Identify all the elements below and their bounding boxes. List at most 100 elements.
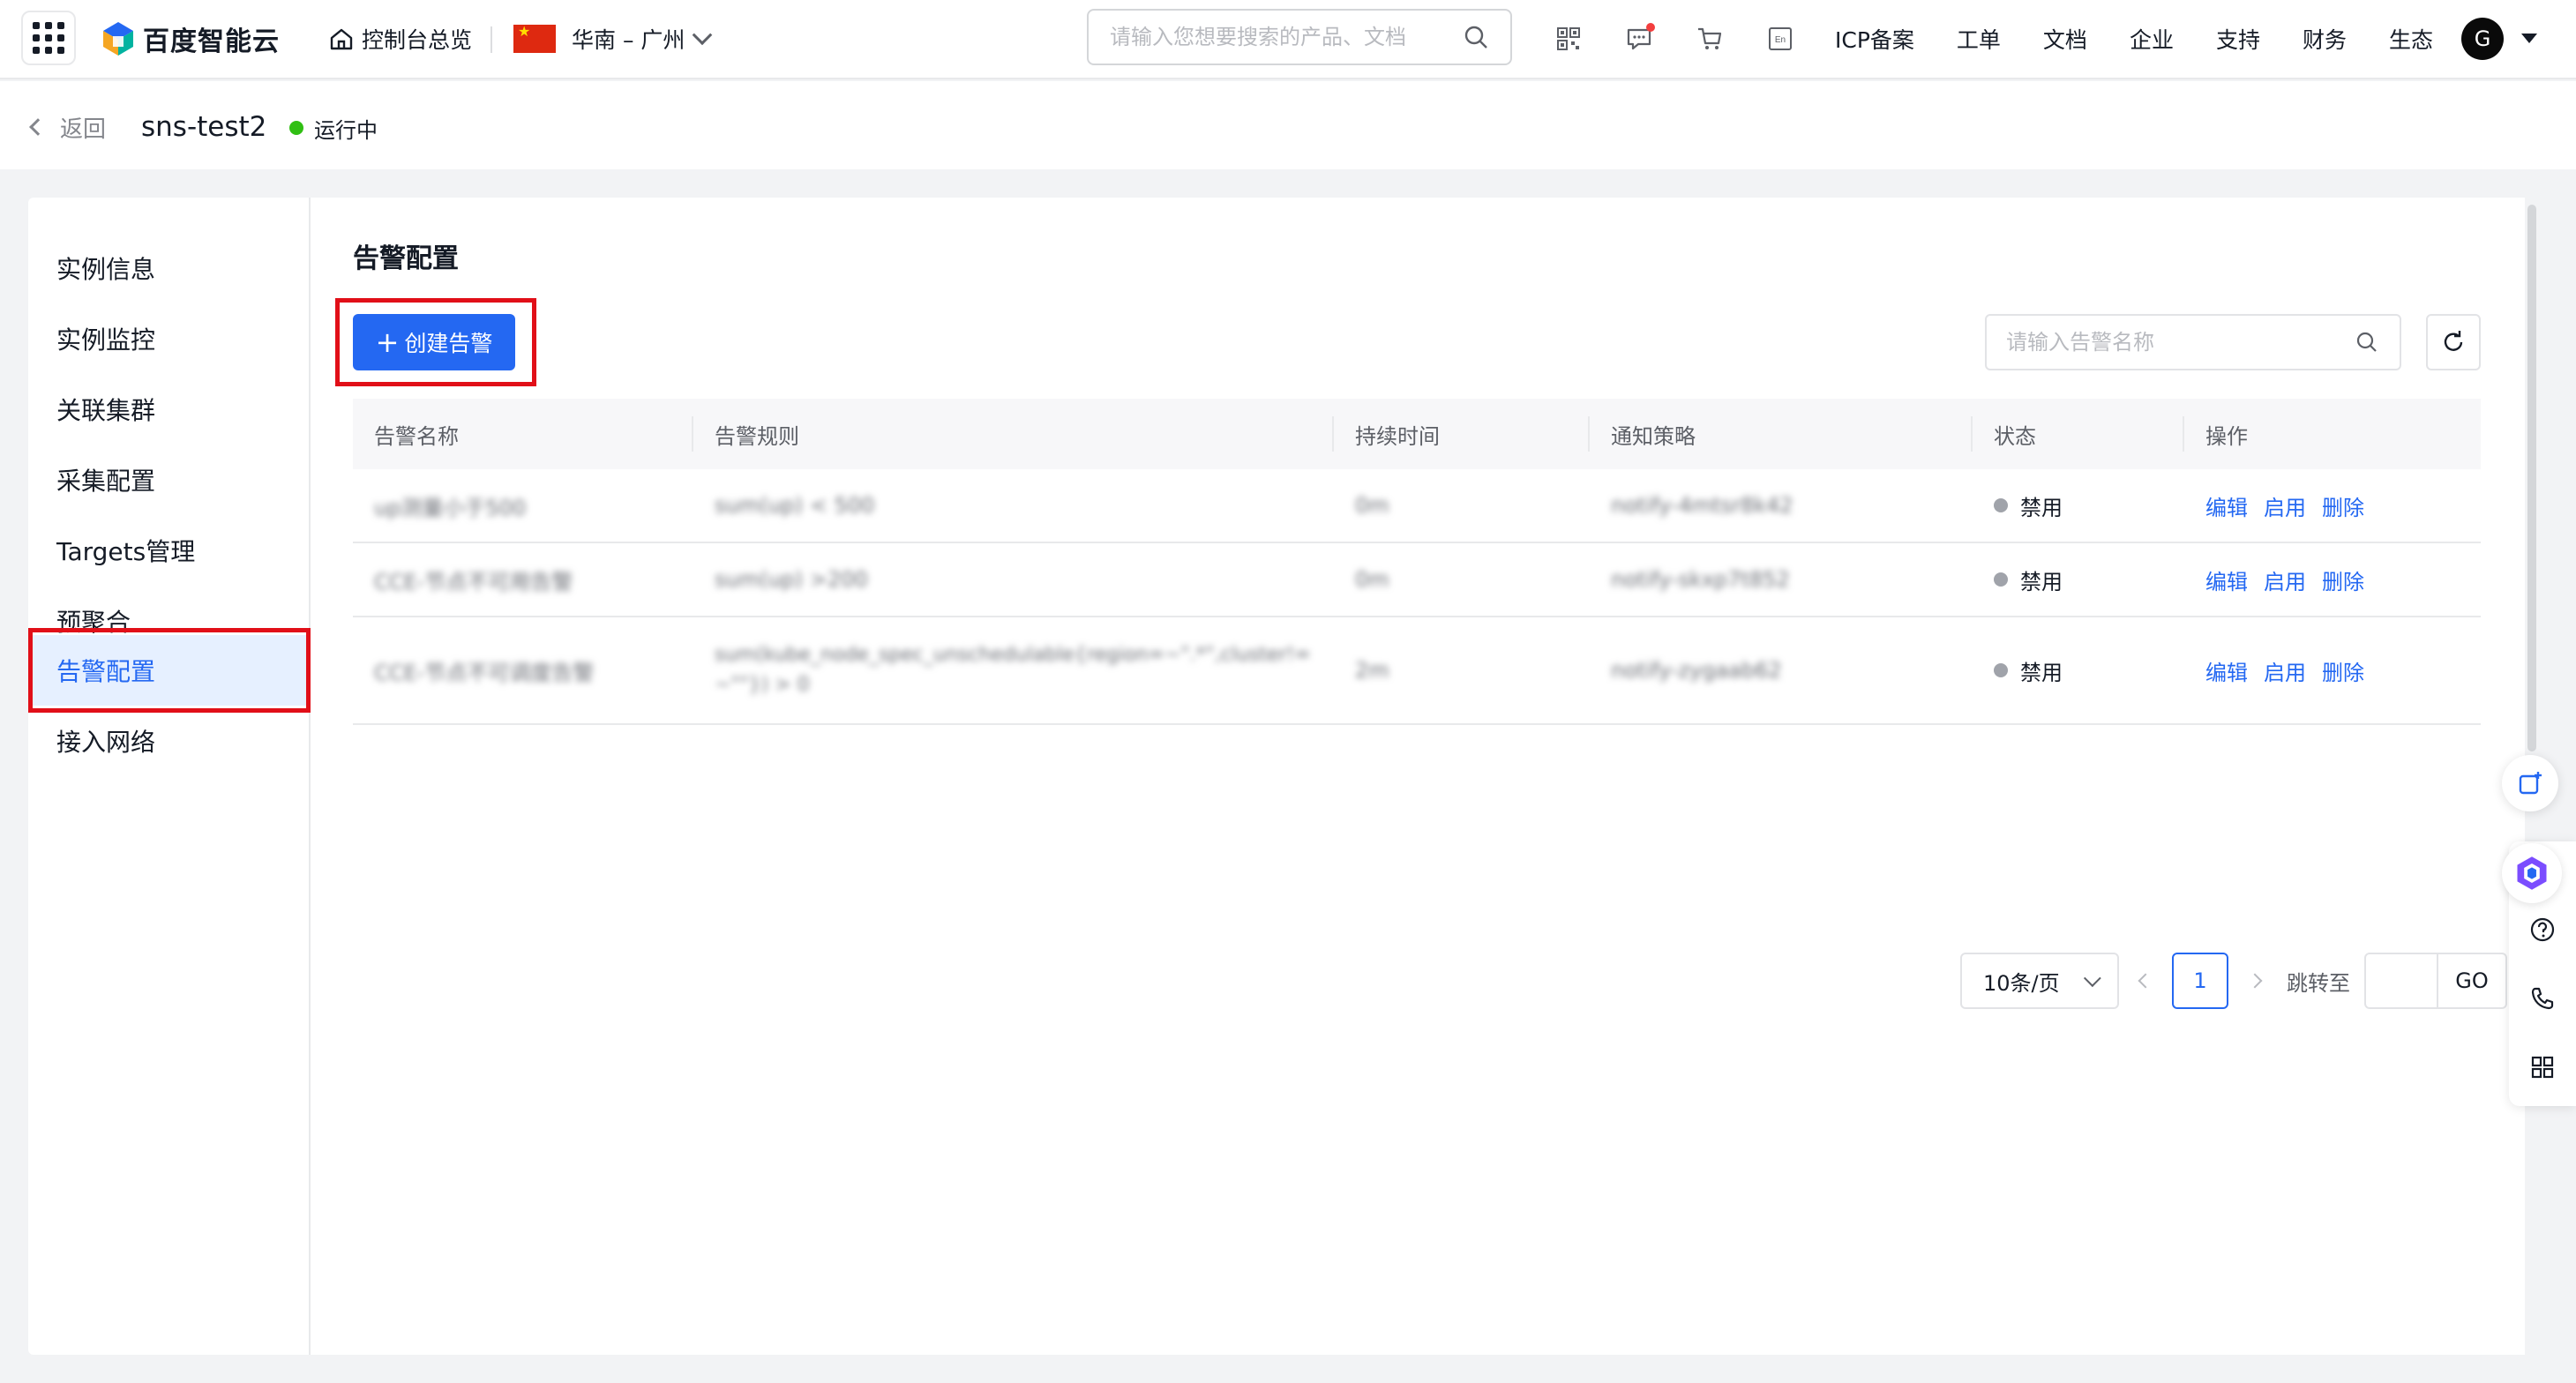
table-row: up测量小于500 sum(up) < 500 0m notify-4mtsr8… [353, 469, 2481, 543]
top-icon-group: En [1553, 23, 1835, 55]
grid-menu-icon[interactable] [2527, 1051, 2558, 1083]
qrcode-icon[interactable] [1553, 23, 1584, 55]
instance-status: 运行中 [289, 111, 378, 145]
cell-notify-policy: notify-4mtsr8k42 [1611, 493, 1793, 518]
go-button[interactable]: GO [2438, 953, 2507, 1009]
delete-link[interactable]: 删除 [2322, 564, 2364, 595]
global-search[interactable] [1087, 9, 1512, 65]
sidebar-item-access-network[interactable]: 接入网络 [28, 706, 309, 776]
top-link-ecosystem[interactable]: 生态 [2389, 23, 2433, 55]
refresh-button[interactable] [2426, 314, 2481, 370]
alarm-search-input[interactable] [2006, 330, 2354, 355]
main-card: 实例信息 实例监控 关联集群 采集配置 Targets管理 预聚合 告警配置 接… [28, 198, 2532, 1355]
top-link-enterprise[interactable]: 企业 [2130, 23, 2174, 55]
cell-alarm-rule: sum(kube_node_spec_unschedulable{region=… [715, 644, 1311, 696]
scrollbar-thumb[interactable] [2527, 205, 2536, 751]
table-row: CCE-节点不可用告警 sum(up) >200 0m notify-skxp7… [353, 543, 2481, 617]
header-duration: 持续时间 [1355, 423, 1440, 449]
search-icon[interactable] [2354, 329, 2380, 355]
ai-assistant-button[interactable] [2502, 843, 2562, 903]
cell-alarm-name: CCE-节点不可用告警 [374, 569, 573, 594]
cell-actions: 编辑 启用 删除 [2205, 469, 2380, 542]
table-row: CCE-节点不可调度告警 sum(kube_node_spec_unschedu… [353, 617, 2481, 725]
edit-link[interactable]: 编辑 [2205, 564, 2248, 595]
prev-page-button[interactable] [2128, 973, 2163, 989]
language-en-icon[interactable]: En [1764, 23, 1796, 55]
notification-dot [1646, 23, 1655, 32]
cell-notify-policy: notify-zygaab62 [1611, 658, 1782, 683]
edit-link[interactable]: 编辑 [2205, 490, 2248, 521]
alarm-search[interactable] [1985, 314, 2401, 370]
chevron-left-icon [29, 118, 47, 136]
edit-link[interactable]: 编辑 [2205, 655, 2248, 686]
header-actions: 操作 [2205, 423, 2248, 449]
console-overview-link[interactable]: 控制台总览 [328, 19, 472, 58]
status-dot-disabled [1994, 663, 2008, 677]
brand-name: 百度智能云 [143, 26, 280, 57]
alarm-table: 告警名称 告警规则 持续时间 通知策略 状态 操作 up测量小于500 sum(… [353, 399, 2481, 725]
help-icon[interactable] [2527, 914, 2558, 946]
create-alarm-button[interactable]: + 创建告警 [353, 314, 515, 370]
message-icon[interactable] [1623, 23, 1655, 55]
delete-link[interactable]: 删除 [2322, 490, 2364, 521]
delete-link[interactable]: 删除 [2322, 655, 2364, 686]
enable-link[interactable]: 启用 [2264, 655, 2306, 686]
search-icon[interactable] [1463, 24, 1489, 50]
enable-link[interactable]: 启用 [2264, 490, 2306, 521]
status-text: 禁用 [2020, 660, 2063, 685]
top-link-ticket[interactable]: 工单 [1957, 23, 2001, 55]
caret-down-icon[interactable] [2521, 34, 2537, 43]
cell-actions: 编辑 启用 删除 [2205, 543, 2380, 616]
page-number-current[interactable]: 1 [2172, 953, 2228, 1009]
status-dot-disabled [1994, 572, 2008, 587]
jump-page-input[interactable] [2364, 953, 2438, 1009]
top-link-finance[interactable]: 财务 [2303, 23, 2347, 55]
sidebar-item-instance-monitor[interactable]: 实例监控 [28, 303, 309, 374]
phone-icon[interactable] [2527, 983, 2558, 1014]
top-link-support[interactable]: 支持 [2216, 23, 2260, 55]
ai-assistant-icon [2517, 856, 2547, 890]
add-note-icon [2519, 772, 2542, 795]
global-search-input[interactable] [1110, 25, 1463, 49]
enable-link[interactable]: 启用 [2264, 564, 2306, 595]
pagination: 10条/页 1 跳转至 GO [1960, 953, 2507, 1009]
region-selector[interactable]: 华南 – 广州 [513, 19, 713, 58]
table-header: 告警名称 告警规则 持续时间 通知策略 状态 操作 [353, 399, 2481, 469]
cart-icon[interactable] [1694, 23, 1726, 55]
home-icon [330, 28, 353, 50]
header-alarm-name: 告警名称 [374, 423, 459, 449]
cell-alarm-name: up测量小于500 [374, 495, 527, 520]
sidebar-item-collect-config[interactable]: 采集配置 [28, 445, 309, 515]
cell-alarm-name: CCE-节点不可调度告警 [374, 660, 595, 685]
apps-menu-button[interactable] [21, 11, 76, 65]
cell-duration: 0m [1355, 567, 1389, 592]
page-size-select[interactable]: 10条/页 [1960, 953, 2119, 1009]
baidu-cloud-logo-icon [103, 22, 133, 56]
sidebar-item-instance-info[interactable]: 实例信息 [28, 233, 309, 303]
feedback-float-button[interactable] [2502, 755, 2558, 811]
top-link-icp[interactable]: ICP备案 [1835, 23, 1914, 55]
status-label: 运行中 [314, 117, 378, 143]
header-alarm-rule: 告警规则 [715, 423, 799, 449]
cell-duration: 0m [1355, 493, 1389, 518]
back-button[interactable]: 返回 [29, 109, 106, 145]
sidebar-item-targets[interactable]: Targets管理 [28, 515, 309, 586]
alarm-config-panel: 告警配置 + 创建告警 告警名称 告警规则 持续时间 通知策略 状态 [335, 198, 2532, 1355]
sidebar-item-alarm-config[interactable]: 告警配置 [28, 635, 309, 706]
instance-header: 返回 sns-test2 运行中 [0, 81, 2576, 169]
chevron-down-icon [2083, 969, 2101, 988]
cell-status: 禁用 [1994, 543, 2063, 616]
plus-icon: + [375, 325, 400, 359]
chevron-down-icon [693, 25, 713, 46]
user-avatar[interactable]: G [2461, 18, 2504, 60]
brand-logo[interactable]: 百度智能云 [99, 19, 280, 58]
cell-notify-policy: notify-skxp7t852 [1611, 567, 1790, 592]
next-page-button[interactable] [2237, 973, 2273, 989]
sidebar-item-linked-cluster[interactable]: 关联集群 [28, 374, 309, 445]
cell-status: 禁用 [1994, 617, 2063, 723]
status-text: 禁用 [2020, 569, 2063, 594]
top-link-docs[interactable]: 文档 [2043, 23, 2087, 55]
cell-alarm-rule: sum(up) >200 [715, 567, 868, 592]
cell-duration: 2m [1355, 658, 1389, 683]
cell-alarm-rule: sum(up) < 500 [715, 493, 875, 518]
